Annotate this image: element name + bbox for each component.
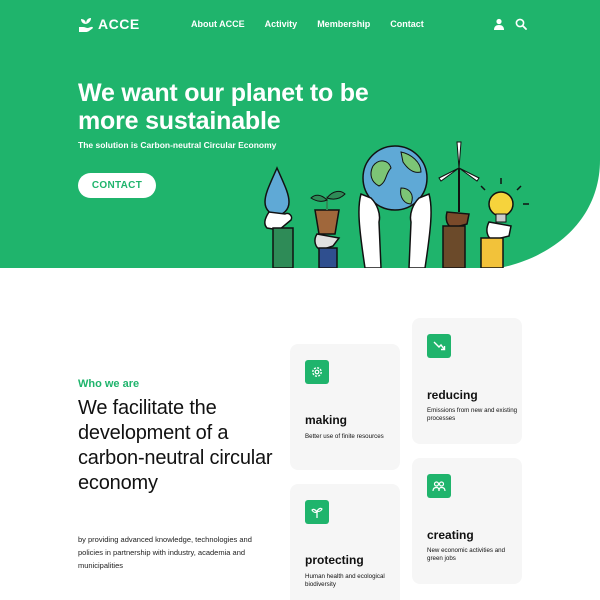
hero-section: ACCE About ACCE Activity Membership Cont…: [0, 0, 600, 268]
nav-icons: [493, 18, 527, 30]
wind-turbine-hand: [438, 141, 480, 268]
earth-globe-hands: [358, 145, 432, 268]
card-making[interactable]: making Better use of finite resources: [290, 344, 400, 470]
search-icon[interactable]: [515, 18, 527, 30]
card-creating[interactable]: creating New economic activities and gre…: [412, 458, 522, 584]
user-icon[interactable]: [493, 18, 505, 30]
nav-activity[interactable]: Activity: [265, 19, 298, 29]
nav-about[interactable]: About ACCE: [191, 19, 245, 29]
section-eyebrow: Who we are: [78, 378, 140, 390]
hero-subtitle: The solution is Carbon-neutral Circular …: [78, 140, 277, 150]
hands-illustration: [264, 141, 529, 268]
card-description: Human health and ecological biodiversity: [305, 573, 385, 588]
card-protecting[interactable]: protecting Human health and ecological b…: [290, 484, 400, 600]
lightbulb-hand: [480, 178, 529, 268]
hero-title: We want our planet to be more sustainabl…: [78, 79, 369, 135]
water-drop-hand: [264, 166, 294, 268]
card-title: making: [305, 413, 348, 427]
brand-name: ACCE: [98, 16, 140, 32]
card-description: New economic activities and green jobs: [427, 547, 506, 562]
gear-icon: [305, 360, 329, 384]
card-reducing[interactable]: reducing Emissions from new and existing…: [412, 318, 522, 444]
card-description: Better use of finite resources: [305, 433, 384, 440]
contact-button[interactable]: CONTACT: [78, 173, 156, 198]
nav-membership[interactable]: Membership: [317, 19, 370, 29]
brand-logo[interactable]: ACCE: [78, 15, 140, 33]
sprout-icon: [305, 500, 329, 524]
card-title: protecting: [305, 553, 364, 567]
top-navbar: ACCE About ACCE Activity Membership Cont…: [0, 0, 600, 50]
plant-pot-hand: [310, 190, 346, 268]
section-heading: We facilitate the development of a carbo…: [78, 397, 273, 494]
people-icon: [427, 474, 451, 498]
section-description: by providing advanced knowledge, technol…: [78, 535, 252, 570]
nav-contact[interactable]: Contact: [390, 19, 424, 29]
card-description: Emissions from new and existing processe…: [427, 407, 518, 422]
nav-links: About ACCE Activity Membership Contact: [191, 19, 424, 29]
card-title: reducing: [427, 388, 478, 402]
trend-down-icon: [427, 334, 451, 358]
card-title: creating: [427, 528, 474, 542]
hand-sprout-icon: [79, 18, 93, 32]
